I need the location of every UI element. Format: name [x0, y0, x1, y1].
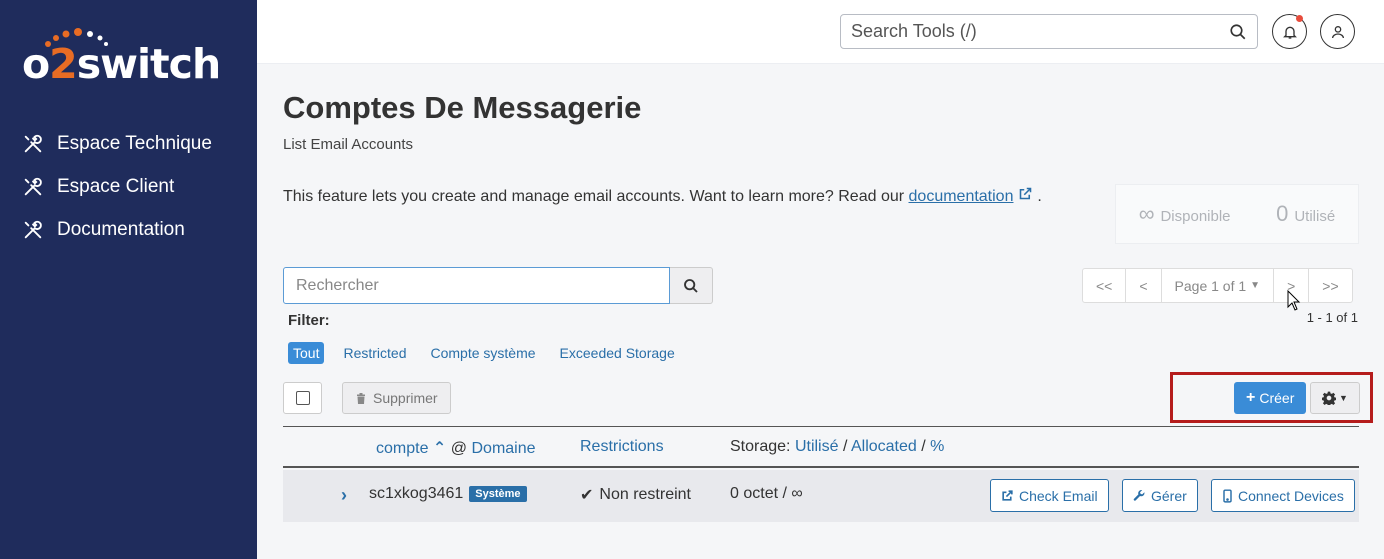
filter-label: Filter:: [288, 312, 330, 329]
bell-icon: [1282, 26, 1297, 39]
account-search-input[interactable]: [283, 267, 670, 304]
sidebar-nav: Espace Technique Espace Client Documenta…: [22, 122, 212, 251]
stat-available: ∞ Disponible: [1138, 201, 1231, 226]
storage-cell: 0 octet / ∞: [730, 485, 803, 502]
header-storage: Storage: Utilisé / Allocated / %: [730, 438, 945, 455]
settings-dropdown-button[interactable]: ▼: [1310, 382, 1360, 414]
table-row: › sc1xkog3461 Système ✔ Non restreint 0 …: [283, 470, 1359, 522]
search-tools-box: [840, 14, 1258, 49]
header-account[interactable]: compte ⌃ @ Domaine: [376, 438, 536, 458]
external-link-icon[interactable]: [1018, 186, 1033, 201]
sort-up-icon: ⌃: [432, 440, 447, 457]
plus-icon: +: [1246, 389, 1256, 406]
account-cell: sc1xkog3461 Système: [369, 485, 527, 503]
connect-devices-button[interactable]: Connect Devices: [1211, 479, 1355, 512]
o2switch-logo[interactable]: o2switch: [22, 28, 242, 88]
page-title: Comptes De Messagerie: [283, 90, 642, 125]
header-storage-allocated[interactable]: Allocated: [851, 438, 917, 455]
external-link-icon: [1002, 490, 1013, 501]
documentation-link[interactable]: documentation: [909, 188, 1014, 205]
pagination: << < Page 1 of 1 ▼ > >>: [1082, 268, 1353, 303]
stat-used: 0 Utilisé: [1276, 201, 1336, 226]
caret-down-icon: ▼: [1250, 280, 1261, 291]
tools-icon: [24, 177, 42, 195]
header-restrictions[interactable]: Restrictions: [580, 438, 664, 456]
mouse-cursor-icon: [1287, 290, 1301, 311]
filter-restricted[interactable]: Restricted: [343, 345, 406, 361]
header-storage-used[interactable]: Utilisé: [795, 438, 839, 455]
header-domain[interactable]: Domaine: [471, 440, 535, 457]
restriction-cell: ✔ Non restreint: [580, 486, 691, 504]
filter-options: Tout Restricted Compte système Exceeded …: [288, 342, 699, 364]
mobile-icon: [1223, 488, 1232, 503]
check-email-button[interactable]: Check Email: [990, 479, 1109, 512]
sidebar-item-documentation[interactable]: Documentation: [22, 208, 212, 251]
search-tools-input[interactable]: [851, 21, 1229, 42]
checkbox-box: [295, 391, 310, 405]
caret-down-icon: ▼: [1339, 393, 1348, 403]
search-icon: [684, 278, 698, 293]
account-name: sc1xkog3461: [369, 485, 464, 502]
table-header: compte ⌃ @ Domaine Restrictions Storage:…: [283, 426, 1359, 468]
search-icon[interactable]: [1229, 23, 1247, 41]
user-icon: [1331, 25, 1344, 38]
page-select[interactable]: Page 1 of 1 ▼: [1162, 269, 1275, 302]
sidebar-item-espace-client[interactable]: Espace Client: [22, 165, 212, 208]
sidebar: o2switch Espace Technique Espace Client …: [0, 0, 257, 559]
brand-name: o2switch: [22, 40, 221, 88]
top-bar: [257, 0, 1384, 64]
trash-icon: [357, 392, 365, 404]
stats-box: ∞ Disponible 0 Utilisé: [1115, 184, 1359, 244]
user-menu-button[interactable]: [1320, 14, 1355, 49]
delete-button[interactable]: Supprimer: [342, 382, 451, 414]
expand-row-button[interactable]: ›: [341, 485, 347, 506]
sidebar-item-label: Espace Technique: [57, 132, 212, 154]
create-button[interactable]: + Créer: [1234, 382, 1307, 414]
system-badge: Système: [469, 486, 527, 502]
result-count: 1 - 1 of 1: [1306, 310, 1358, 325]
wrench-icon: [1133, 489, 1145, 501]
chevron-right-icon: ›: [341, 485, 347, 505]
page-subtitle: List Email Accounts: [283, 136, 414, 153]
select-all-checkbox[interactable]: [283, 382, 322, 414]
gear-icon: [1322, 391, 1337, 405]
manage-button[interactable]: Gérer: [1122, 479, 1198, 512]
sidebar-item-label: Documentation: [57, 218, 185, 240]
tools-icon: [24, 134, 42, 152]
intro-text: This feature lets you create and manage …: [283, 186, 1042, 205]
header-storage-percent[interactable]: %: [930, 438, 944, 455]
filter-exceeded-storage[interactable]: Exceeded Storage: [560, 345, 675, 361]
account-search-button[interactable]: [670, 267, 713, 304]
check-icon: ✔: [580, 487, 594, 504]
filter-tout[interactable]: Tout: [288, 342, 325, 364]
sidebar-item-espace-technique[interactable]: Espace Technique: [22, 122, 212, 165]
filter-compte-systeme[interactable]: Compte système: [431, 345, 536, 361]
notification-dot: [1296, 15, 1303, 22]
notifications-button[interactable]: [1272, 14, 1307, 49]
first-page-button[interactable]: <<: [1083, 269, 1127, 302]
infinity-symbol: ∞: [1138, 201, 1155, 226]
prev-page-button[interactable]: <: [1126, 269, 1162, 302]
account-search: [283, 267, 713, 304]
main-content: Comptes De Messagerie List Email Account…: [257, 64, 1384, 559]
sidebar-item-label: Espace Client: [57, 175, 175, 197]
last-page-button[interactable]: >>: [1309, 269, 1351, 302]
tools-icon: [24, 220, 42, 238]
